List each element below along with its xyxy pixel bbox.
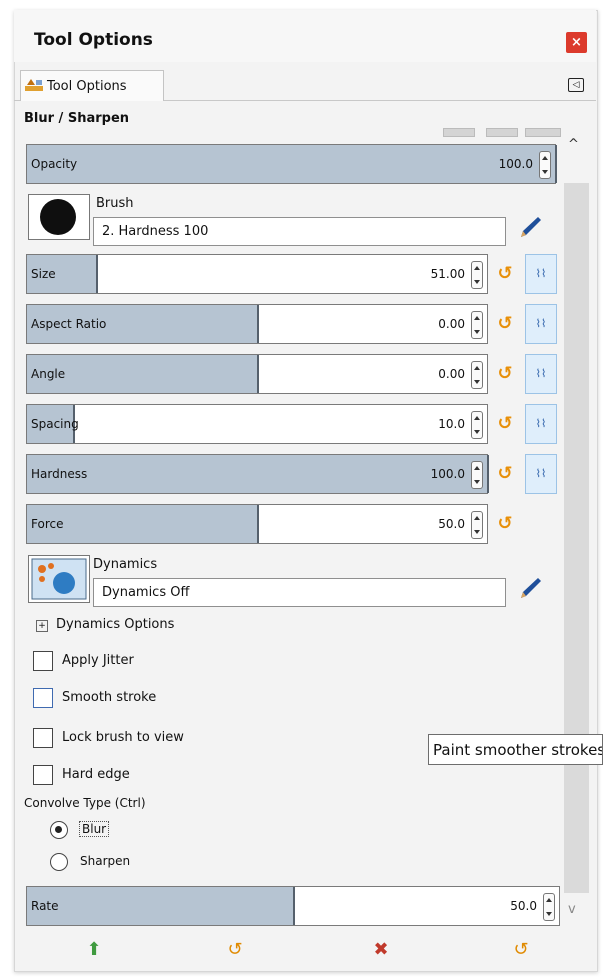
size-value: 51.00 bbox=[430, 267, 465, 281]
aspect-ratio-label: Aspect Ratio bbox=[31, 317, 107, 331]
smooth-stroke-tooltip: Paint smoother strokes bbox=[428, 734, 603, 765]
rate-value: 50.0 bbox=[510, 899, 537, 913]
reset-options-button[interactable]: ↺ bbox=[508, 938, 534, 962]
size-spinner[interactable] bbox=[471, 261, 483, 289]
spacing-spinner[interactable] bbox=[471, 411, 483, 439]
dynamics-name-field[interactable]: Dynamics Off bbox=[93, 578, 506, 607]
size-link-icon[interactable]: ⌇⌇ bbox=[525, 254, 557, 294]
brush-preview-icon bbox=[40, 199, 76, 235]
rate-spinner[interactable] bbox=[543, 893, 555, 921]
angle-slider[interactable]: Angle 0.00 bbox=[26, 354, 488, 394]
lock-brush-to-view-label[interactable]: Lock brush to view bbox=[62, 730, 184, 745]
edit-brush-pencil-icon[interactable] bbox=[518, 214, 544, 240]
spacing-label: Spacing bbox=[31, 417, 79, 431]
scroll-up-arrow[interactable]: ^ bbox=[568, 137, 579, 152]
brush-preview-button[interactable] bbox=[28, 194, 90, 240]
tool-options-icon bbox=[25, 79, 43, 91]
spacing-value: 10.0 bbox=[438, 417, 465, 431]
hidden-control bbox=[525, 128, 561, 137]
window-title: Tool Options bbox=[34, 30, 153, 50]
force-reset-icon[interactable]: ↺ bbox=[494, 513, 516, 535]
aspect-ratio-spinner[interactable] bbox=[471, 311, 483, 339]
opacity-label: Opacity bbox=[31, 157, 78, 171]
angle-spinner[interactable] bbox=[471, 361, 483, 389]
spacing-link-icon[interactable]: ⌇⌇ bbox=[525, 404, 557, 444]
convolve-type-label: Convolve Type (Ctrl) bbox=[24, 796, 146, 810]
dynamics-label: Dynamics bbox=[93, 557, 158, 572]
lock-brush-to-view-checkbox[interactable] bbox=[33, 728, 53, 748]
angle-value: 0.00 bbox=[438, 367, 465, 381]
scrollbar[interactable] bbox=[564, 183, 589, 893]
dynamics-icon bbox=[31, 558, 87, 600]
force-label: Force bbox=[31, 517, 64, 531]
dynamics-options-label[interactable]: Dynamics Options bbox=[56, 617, 174, 632]
hidden-control bbox=[443, 128, 475, 137]
smooth-stroke-checkbox[interactable] bbox=[33, 688, 53, 708]
opacity-slider[interactable]: Opacity 100.0 bbox=[26, 144, 557, 184]
aspect-ratio-slider[interactable]: Aspect Ratio 0.00 bbox=[26, 304, 488, 344]
hardness-fill bbox=[27, 455, 489, 493]
hardness-slider[interactable]: Hardness 100.0 bbox=[26, 454, 489, 494]
hardness-spinner[interactable] bbox=[471, 461, 483, 489]
angle-label: Angle bbox=[31, 367, 66, 381]
spacing-reset-icon[interactable]: ↺ bbox=[494, 413, 516, 435]
force-value: 50.0 bbox=[438, 517, 465, 531]
hardness-reset-icon[interactable]: ↺ bbox=[494, 463, 516, 485]
rate-label: Rate bbox=[31, 899, 59, 913]
opacity-value: 100.0 bbox=[498, 157, 533, 171]
hidden-control bbox=[486, 128, 518, 137]
apply-jitter-checkbox[interactable] bbox=[33, 651, 53, 671]
restore-options-button[interactable]: ↺ bbox=[222, 938, 248, 962]
dynamics-preview-button[interactable] bbox=[28, 555, 90, 603]
tab-label: Tool Options bbox=[47, 79, 127, 94]
size-label: Size bbox=[31, 267, 56, 281]
force-slider[interactable]: Force 50.0 bbox=[26, 504, 488, 544]
rate-slider[interactable]: Rate 50.0 bbox=[26, 886, 560, 926]
save-options-button[interactable]: ⬆ bbox=[81, 938, 107, 962]
close-button[interactable]: × bbox=[566, 32, 587, 53]
edit-dynamics-pencil-icon[interactable] bbox=[518, 575, 544, 601]
force-spinner[interactable] bbox=[471, 511, 483, 539]
aspect-ratio-link-icon[interactable]: ⌇⌇ bbox=[525, 304, 557, 344]
smooth-stroke-label[interactable]: Smooth stroke bbox=[62, 690, 156, 705]
sharpen-radio-label[interactable]: Sharpen bbox=[80, 854, 130, 868]
hardness-link-icon[interactable]: ⌇⌇ bbox=[525, 454, 557, 494]
delete-options-button[interactable]: ✖ bbox=[368, 938, 394, 962]
brush-label: Brush bbox=[96, 196, 134, 211]
dynamics-options-expander[interactable]: + bbox=[36, 620, 48, 632]
size-slider[interactable]: Size 51.00 bbox=[26, 254, 488, 294]
sharpen-radio[interactable] bbox=[50, 853, 68, 871]
hardness-label: Hardness bbox=[31, 467, 88, 481]
brush-name-field[interactable]: 2. Hardness 100 bbox=[93, 217, 506, 246]
rate-fill bbox=[27, 887, 295, 925]
hard-edge-label[interactable]: Hard edge bbox=[62, 767, 130, 782]
aspect-ratio-value: 0.00 bbox=[438, 317, 465, 331]
section-title: Blur / Sharpen bbox=[24, 111, 130, 126]
spacing-slider[interactable]: Spacing 10.0 bbox=[26, 404, 488, 444]
hardness-value: 100.0 bbox=[430, 467, 465, 481]
apply-jitter-label[interactable]: Apply Jitter bbox=[62, 653, 134, 668]
angle-reset-icon[interactable]: ↺ bbox=[494, 363, 516, 385]
opacity-fill bbox=[27, 145, 557, 183]
blur-radio-label[interactable]: Blur bbox=[79, 821, 110, 837]
size-reset-icon[interactable]: ↺ bbox=[494, 263, 516, 285]
scroll-down-arrow[interactable]: v bbox=[568, 902, 576, 917]
aspect-ratio-reset-icon[interactable]: ↺ bbox=[494, 313, 516, 335]
hard-edge-checkbox[interactable] bbox=[33, 765, 53, 785]
angle-link-icon[interactable]: ⌇⌇ bbox=[525, 354, 557, 394]
blur-radio[interactable] bbox=[50, 821, 68, 839]
opacity-spinner[interactable] bbox=[539, 151, 551, 179]
tab-menu-button[interactable]: ◁ bbox=[568, 78, 584, 92]
